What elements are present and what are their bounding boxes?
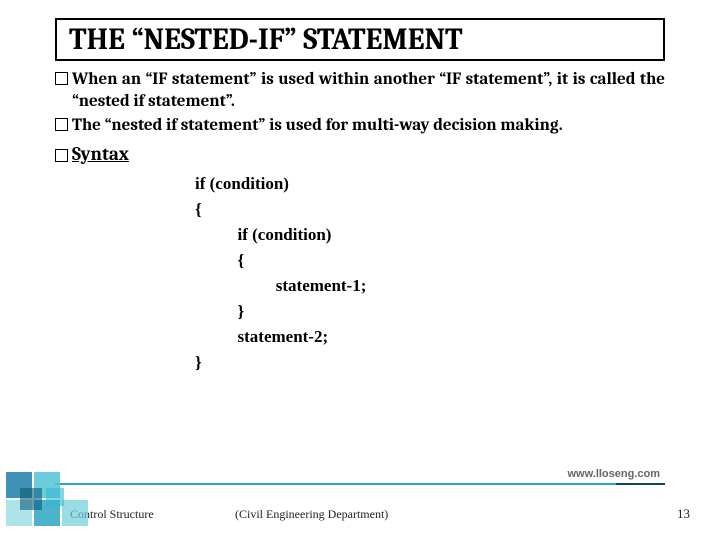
code-line: {	[195, 248, 665, 274]
page-number: 13	[677, 506, 690, 522]
square-bullet-icon	[55, 72, 68, 85]
watermark-url: www.lloseng.com	[568, 468, 661, 480]
footer-center: (Civil Engineering Department)	[235, 507, 388, 522]
code-line: }	[195, 350, 665, 376]
title-box: THE “NESTED-IF” STATEMENT	[55, 18, 665, 61]
code-line: statement-2;	[195, 324, 665, 350]
bullet-text: The “nested if statement” is used for mu…	[72, 115, 665, 137]
code-line: if (condition)	[195, 222, 665, 248]
code-line: {	[195, 197, 665, 223]
body-text: When an “IF statement” is used within an…	[55, 69, 665, 137]
slide-container: THE “NESTED-IF” STATEMENT When an “IF st…	[0, 0, 720, 540]
bullet-text: When an “IF statement” is used within an…	[72, 69, 665, 113]
corner-decoration	[0, 440, 120, 540]
square-bullet-icon	[55, 149, 68, 162]
code-line: statement-1;	[195, 273, 665, 299]
code-line: }	[195, 299, 665, 325]
bullet-item: The “nested if statement” is used for mu…	[55, 115, 665, 137]
code-line: if (condition)	[195, 171, 665, 197]
footer-divider	[55, 483, 665, 485]
syntax-heading: Syntax	[55, 143, 665, 165]
syntax-label: Syntax	[72, 143, 129, 165]
code-block: if (condition) { if (condition) { statem…	[195, 171, 665, 375]
bullet-item: When an “IF statement” is used within an…	[55, 69, 665, 113]
slide-title: THE “NESTED-IF” STATEMENT	[69, 22, 651, 57]
square-bullet-icon	[55, 118, 68, 131]
